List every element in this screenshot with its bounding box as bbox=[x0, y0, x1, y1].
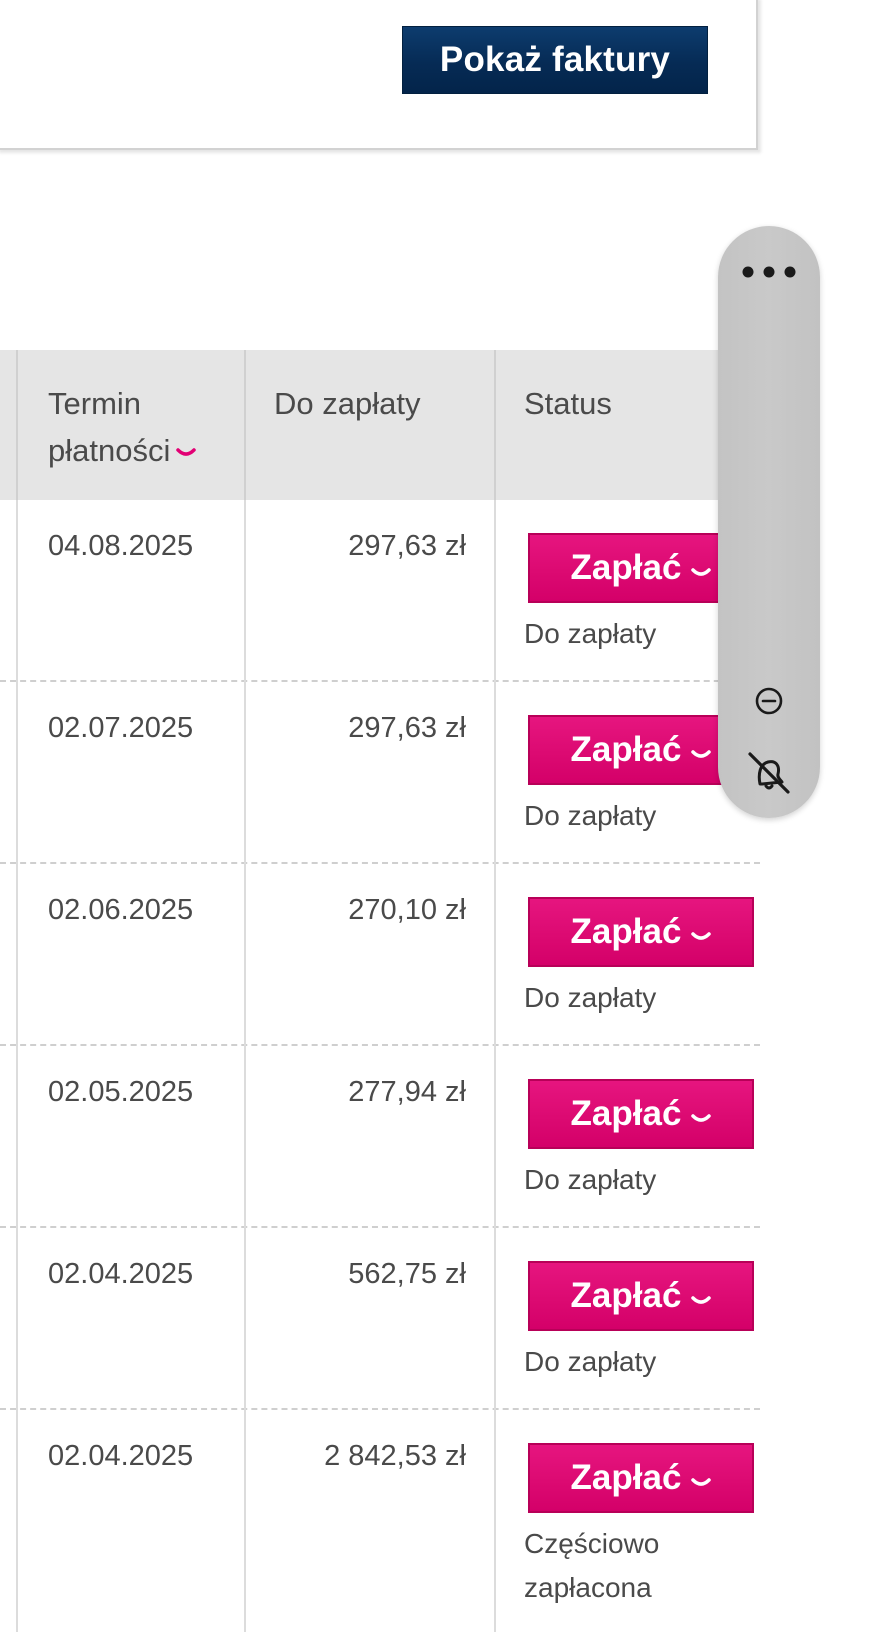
amount-cell: 562,75 zł bbox=[348, 1258, 466, 1290]
header-status: Status bbox=[524, 386, 612, 421]
pay-button-label: Zapłać bbox=[570, 1276, 682, 1315]
column-separator bbox=[244, 500, 246, 682]
column-separator bbox=[244, 1410, 246, 1632]
amount-cell: 2 842,53 zł bbox=[324, 1440, 466, 1472]
table-row: 02.05.2025 277,94 zł Zapłać Do zapłaty bbox=[0, 1046, 760, 1228]
header-amount-due: Do zapłaty bbox=[274, 386, 421, 421]
column-separator bbox=[494, 350, 496, 500]
table-body: 04.08.2025 297,63 zł Zapłać Do zapłaty 02.07… bbox=[0, 500, 760, 1632]
column-separator bbox=[16, 350, 18, 500]
column-separator bbox=[494, 682, 496, 864]
column-separator bbox=[244, 682, 246, 864]
pay-button-label: Zapłać bbox=[570, 1094, 682, 1133]
table-row: 02.04.2025 562,75 zł Zapłać Do zapłaty bbox=[0, 1228, 760, 1410]
column-separator bbox=[494, 864, 496, 1046]
due-date-cell: 02.07.2025 bbox=[48, 712, 194, 744]
due-date-cell: 02.05.2025 bbox=[48, 1076, 194, 1108]
chevron-down-icon bbox=[691, 1114, 712, 1122]
pay-button[interactable]: Zapłać bbox=[528, 1261, 754, 1331]
column-separator bbox=[16, 500, 18, 682]
due-date-cell: 02.04.2025 bbox=[48, 1440, 194, 1472]
minus-circle-icon[interactable] bbox=[754, 686, 784, 716]
more-horizontal-icon[interactable] bbox=[742, 264, 796, 280]
amount-cell: 297,63 zł bbox=[348, 530, 466, 562]
filter-panel: Pokaż faktury bbox=[0, 0, 758, 150]
header-due-date[interactable]: Termin płatności bbox=[48, 380, 197, 474]
status-text: Do zapłaty bbox=[524, 1158, 744, 1202]
status-text: Do zapłaty bbox=[524, 612, 744, 656]
status-text: Do zapłaty bbox=[524, 794, 744, 838]
invoices-page: Pokaż faktury Termin płatności Do zapłat… bbox=[0, 0, 872, 1632]
chevron-down-icon bbox=[691, 750, 712, 758]
status-text: Do zapłaty bbox=[524, 976, 744, 1020]
chevron-down-icon bbox=[691, 932, 712, 940]
invoices-table: Termin płatności Do zapłaty Status 04.08… bbox=[0, 350, 760, 1632]
bell-off-icon[interactable] bbox=[746, 748, 792, 794]
show-invoices-button[interactable]: Pokaż faktury bbox=[402, 26, 708, 94]
column-separator bbox=[244, 1046, 246, 1228]
column-separator bbox=[16, 682, 18, 864]
column-separator bbox=[494, 1228, 496, 1410]
due-date-cell: 02.04.2025 bbox=[48, 1258, 194, 1290]
header-due-date-line2: płatności bbox=[48, 433, 171, 468]
column-separator bbox=[494, 1410, 496, 1632]
column-separator bbox=[16, 864, 18, 1046]
due-date-cell: 04.08.2025 bbox=[48, 530, 194, 562]
column-separator bbox=[16, 1228, 18, 1410]
table-row: 02.07.2025 297,63 zł Zapłać Do zapłaty bbox=[0, 682, 760, 864]
table-row: 02.04.2025 2 842,53 zł Zapłać Częściowo zapł… bbox=[0, 1410, 760, 1632]
status-line1: Do zapłaty bbox=[524, 1346, 657, 1377]
table-row: 02.06.2025 270,10 zł Zapłać Do zapłaty bbox=[0, 864, 760, 1046]
column-separator bbox=[16, 1410, 18, 1632]
status-line1: Do zapłaty bbox=[524, 618, 657, 649]
status-line1: Do zapłaty bbox=[524, 800, 657, 831]
status-line2: zapłacona bbox=[524, 1572, 652, 1603]
column-separator bbox=[244, 864, 246, 1046]
pay-button-label: Zapłać bbox=[570, 730, 682, 769]
pay-button-label: Zapłać bbox=[570, 912, 682, 951]
pay-button-label: Zapłać bbox=[570, 548, 682, 587]
floating-widget[interactable] bbox=[718, 226, 820, 818]
status-line1: Do zapłaty bbox=[524, 982, 657, 1013]
column-separator bbox=[244, 1228, 246, 1410]
column-separator bbox=[244, 350, 246, 500]
sort-chevron-icon[interactable] bbox=[176, 447, 197, 459]
chevron-down-icon bbox=[691, 568, 712, 576]
pay-button[interactable]: Zapłać bbox=[528, 1443, 754, 1513]
due-date-cell: 02.06.2025 bbox=[48, 894, 194, 926]
table-row: 04.08.2025 297,63 zł Zapłać Do zapłaty bbox=[0, 500, 760, 682]
pay-button[interactable]: Zapłać bbox=[528, 897, 754, 967]
amount-cell: 297,63 zł bbox=[348, 712, 466, 744]
status-line1: Częściowo bbox=[524, 1528, 660, 1559]
pay-button-label: Zapłać bbox=[570, 1458, 682, 1497]
chevron-down-icon bbox=[691, 1478, 712, 1486]
status-line1: Do zapłaty bbox=[524, 1164, 657, 1195]
status-text: Do zapłaty bbox=[524, 1340, 744, 1384]
amount-cell: 277,94 zł bbox=[348, 1076, 466, 1108]
chevron-down-icon bbox=[691, 1296, 712, 1304]
table-header: Termin płatności Do zapłaty Status bbox=[0, 350, 760, 500]
column-separator bbox=[16, 1046, 18, 1228]
amount-cell: 270,10 zł bbox=[348, 894, 466, 926]
pay-button[interactable]: Zapłać bbox=[528, 1079, 754, 1149]
status-text: Częściowo zapłacona bbox=[524, 1522, 744, 1610]
column-separator bbox=[494, 1046, 496, 1228]
header-due-date-line1: Termin bbox=[48, 386, 142, 421]
column-separator bbox=[494, 500, 496, 682]
